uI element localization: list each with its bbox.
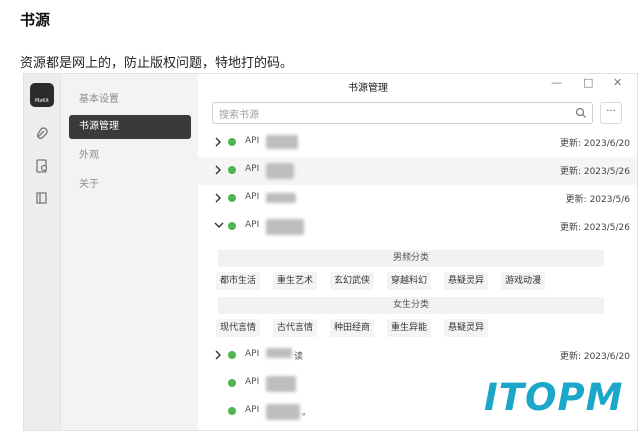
category-tag[interactable]: 悬疑灵异	[444, 272, 489, 290]
page-heading: 书源	[20, 11, 51, 29]
source-row[interactable]: API 更新: 2023/5/6	[198, 185, 637, 213]
chevron-right-icon[interactable]	[214, 193, 222, 203]
category-tag[interactable]: 悬疑灵异	[444, 319, 489, 337]
category-tag[interactable]: 种田经商	[330, 319, 375, 337]
redacted-name	[266, 219, 304, 235]
nav-item-appearance[interactable]: 外观	[69, 144, 191, 168]
page-intro: 资源都是网上的，防止版权问题，特地打的码。	[20, 56, 294, 71]
api-label: API	[245, 349, 260, 359]
palette-icon[interactable]	[34, 126, 50, 142]
status-dot	[228, 407, 236, 415]
source-row[interactable]: API 更新: 2023/5/26	[198, 157, 637, 185]
updated-date: 更新: 2023/5/26	[559, 223, 630, 233]
nav-item-basic-settings[interactable]: 基本设置	[69, 88, 191, 112]
updated-date: 更新: 2023/5/26	[559, 167, 630, 177]
chevron-right-icon[interactable]	[214, 165, 222, 175]
status-dot	[228, 138, 236, 146]
redacted-name	[266, 376, 296, 392]
redacted-name	[266, 348, 292, 358]
icon-rail: MaKit	[24, 74, 61, 430]
redacted-name	[266, 135, 298, 149]
search-box	[212, 102, 593, 125]
watermark-logo: ITOPM	[484, 376, 624, 419]
search-input[interactable]	[219, 106, 559, 125]
chevron-right-icon[interactable]	[214, 137, 222, 147]
app-logo: MaKit	[30, 83, 54, 107]
window-title: 书源管理	[348, 83, 388, 94]
updated-date: 更新: 2023/6/20	[559, 352, 630, 362]
redacted-name	[266, 163, 294, 179]
male-category-title: 男频分类	[218, 250, 604, 267]
category-tag[interactable]: 玄幻武侠	[330, 272, 375, 290]
search-icon[interactable]	[575, 107, 587, 119]
status-dot	[228, 351, 236, 359]
maximize-button[interactable]: □	[583, 76, 593, 89]
source-name-suffix: 。	[302, 408, 312, 418]
settings-nav: 基本设置 书源管理 外观 关于	[61, 74, 197, 430]
more-button[interactable]: ···	[600, 102, 622, 124]
updated-date: 更新: 2023/6/20	[559, 139, 630, 149]
category-tag[interactable]: 都市生活	[216, 272, 261, 290]
updated-date: 更新: 2023/5/6	[565, 195, 630, 205]
api-label: API	[245, 136, 260, 146]
chevron-down-icon[interactable]	[214, 221, 224, 229]
female-category-title: 女生分类	[218, 297, 604, 314]
status-dot	[228, 166, 236, 174]
source-row[interactable]: API 读 更新: 2023/6/20	[198, 342, 637, 370]
status-dot	[228, 379, 236, 387]
source-row[interactable]: API 更新: 2023/6/20	[198, 129, 637, 157]
book-source-icon[interactable]	[34, 158, 50, 174]
status-dot	[228, 222, 236, 230]
source-row-expanded[interactable]: API 更新: 2023/5/26	[198, 213, 637, 241]
nav-item-about[interactable]: 关于	[69, 173, 191, 197]
category-tag[interactable]: 重生异能	[387, 319, 432, 337]
category-tag[interactable]: 重生艺术	[273, 272, 318, 290]
api-label: API	[245, 164, 260, 174]
nav-item-source-management[interactable]: 书源管理	[69, 115, 191, 139]
status-dot	[228, 194, 236, 202]
close-button[interactable]: ✕	[613, 76, 622, 89]
api-label: API	[245, 192, 260, 202]
minimize-button[interactable]: —	[551, 76, 562, 89]
category-tag[interactable]: 现代言情	[216, 319, 261, 337]
source-name-suffix: 读	[294, 352, 304, 362]
category-tag[interactable]: 游戏动漫	[501, 272, 546, 290]
redacted-name	[266, 404, 300, 420]
chevron-right-icon[interactable]	[214, 350, 222, 360]
category-tag[interactable]: 古代言情	[273, 319, 318, 337]
api-label: API	[245, 405, 260, 415]
api-label: API	[245, 377, 260, 387]
redacted-name	[266, 193, 296, 203]
book-icon[interactable]	[34, 190, 50, 206]
api-label: API	[245, 220, 260, 230]
category-tag[interactable]: 穿越科幻	[387, 272, 432, 290]
